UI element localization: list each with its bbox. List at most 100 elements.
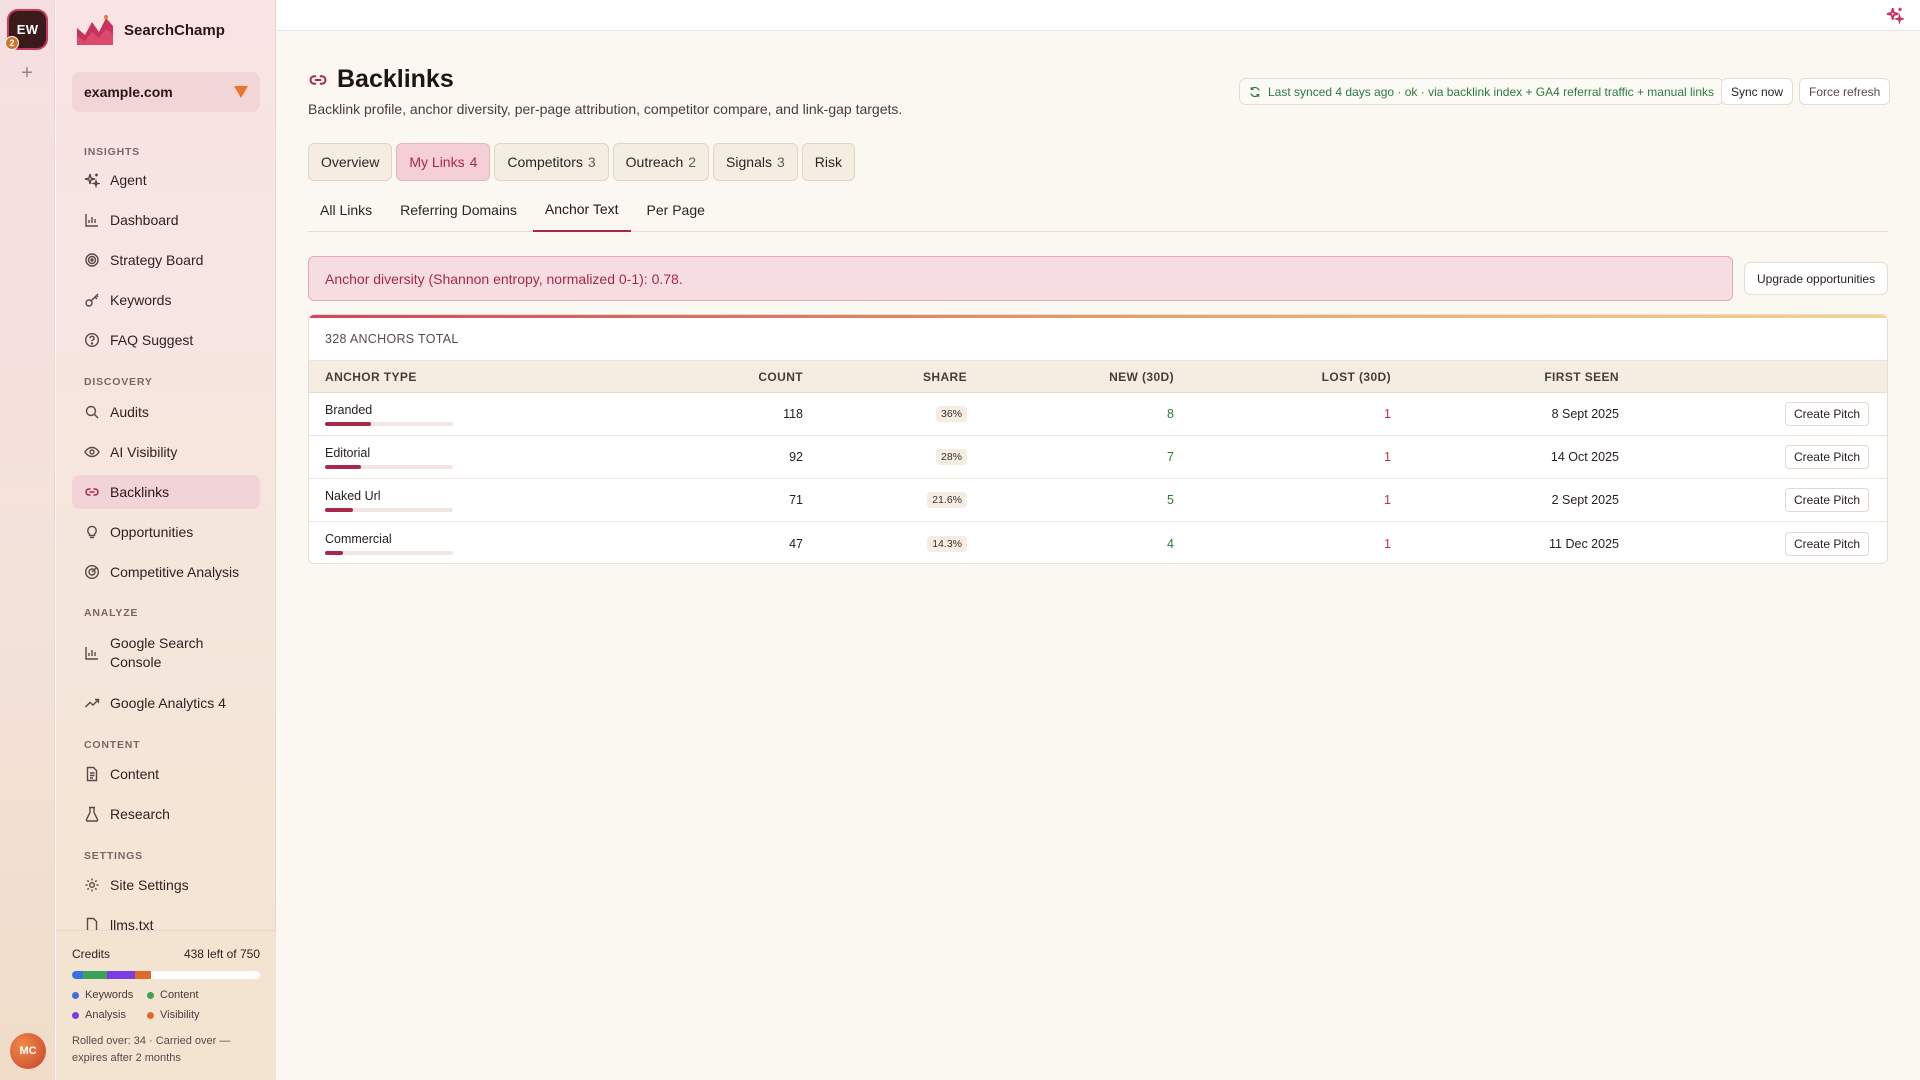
sidebar-item-agent[interactable]: Agent [72, 163, 260, 197]
sidebar-item-label: Research [110, 806, 170, 822]
first-seen-cell: 8 Sept 2025 [1551, 407, 1619, 421]
sidebar-item-strategy-board[interactable]: Strategy Board [72, 243, 260, 277]
sidebar-item-research[interactable]: Research [72, 797, 260, 831]
tab-outreach[interactable]: Outreach 2 [612, 143, 710, 181]
section-analyze: ANALYZE [84, 607, 139, 619]
share-badge: 21.6% [927, 492, 967, 508]
search-icon [85, 405, 99, 419]
credits-remaining: 438 left of 750 [183, 947, 260, 961]
section-settings: SETTINGS [84, 850, 143, 862]
credits-segment-content [83, 971, 107, 979]
site-selector[interactable]: example.com [72, 72, 260, 112]
bar-chart-icon [85, 214, 98, 227]
sidebar-item-opportunities[interactable]: Opportunities [72, 515, 260, 549]
subtab-anchor-text[interactable]: Anchor Text [532, 188, 631, 232]
tab-label: Competitors [507, 154, 583, 170]
key-icon [85, 293, 99, 307]
action-cell: Create Pitch [1689, 479, 1869, 521]
bar-chart-icon [85, 647, 98, 660]
sidebar-item-label: Strategy Board [110, 252, 204, 268]
create-pitch-button[interactable]: Create Pitch [1784, 488, 1869, 512]
tab-competitors[interactable]: Competitors 3 [494, 143, 609, 181]
new-cell: 8 [1167, 407, 1174, 421]
sidebar-item-content[interactable]: Content [72, 757, 260, 791]
sidebar-item-dashboard[interactable]: Dashboard [72, 203, 260, 237]
create-pitch-button[interactable]: Create Pitch [1784, 531, 1869, 556]
anchor-diversity-alert: Anchor diversity (Shannon entropy, norma… [308, 256, 1733, 301]
subtab-per-page[interactable]: Per Page [635, 188, 717, 232]
user-avatar[interactable]: MC [10, 1033, 46, 1069]
tab-count: 3 [587, 154, 596, 170]
sidebar-item-label: Site Settings [110, 877, 189, 893]
sidebar-item-label: llms.txt [110, 917, 154, 930]
add-workspace-icon[interactable]: + [18, 63, 36, 83]
tab-count: 3 [776, 154, 785, 170]
anchor-type-cell: Commercial [325, 522, 453, 563]
question-icon [84, 332, 100, 348]
sync-now-button[interactable]: Sync now [1721, 78, 1794, 105]
action-cell: Create Pitch [1689, 522, 1869, 563]
lost-cell: 1 [1384, 407, 1391, 421]
credits-label: Credits [72, 947, 111, 961]
tab-overview[interactable]: Overview [308, 143, 393, 181]
anchor-type: Commercial [325, 532, 392, 546]
create-pitch-button[interactable]: Create Pitch [1784, 445, 1869, 469]
flask-icon [85, 806, 99, 822]
sidebar-item-label: Agent [110, 172, 147, 188]
col-new: NEW (30D) [1109, 369, 1174, 384]
sidebar-item-ai-visibility[interactable]: AI Visibility [72, 435, 260, 469]
refresh-icon [1250, 86, 1260, 97]
trend-icon [85, 698, 100, 708]
col-count: COUNT [758, 369, 803, 384]
sparkle-icon[interactable] [1886, 6, 1904, 24]
credits-legend: Keywords Content Analysis Visibility [72, 989, 260, 1021]
sidebar-item-audits[interactable]: Audits [72, 395, 260, 429]
create-pitch-button[interactable]: Create Pitch [1784, 402, 1869, 426]
tab-label: Outreach [625, 154, 684, 170]
credits-segment-keywords [72, 971, 83, 979]
count-cell: 92 [789, 450, 803, 464]
anchor-type: Naked Url [325, 488, 381, 503]
new-cell: 4 [1167, 536, 1174, 551]
sidebar-item-backlinks[interactable]: Backlinks [72, 475, 260, 509]
tab-risk[interactable]: Risk [801, 143, 855, 181]
share-bar [325, 551, 453, 555]
page-header: Backlinks [308, 65, 454, 94]
sidebar-item-faq-suggest[interactable]: FAQ Suggest [72, 323, 260, 357]
col-lost: LOST (30D) [1321, 369, 1391, 384]
sidebar-item-google-analytics-4[interactable]: Google Analytics 4 [72, 686, 260, 720]
sidebar-item-site-settings[interactable]: Site Settings [72, 868, 260, 902]
table-row: Editorial 92 28% 7 1 14 Oct 2025 Create Pitch [309, 436, 1887, 479]
subtab-all-links[interactable]: All Links [308, 188, 384, 232]
sidebar: SearchChamp example.com INSIGHTS Agent D… [56, 0, 276, 1080]
table-header: ANCHOR TYPE COUNT SHARE NEW (30D) LOST (… [309, 360, 1887, 393]
upgrade-opportunities-button[interactable]: Upgrade opportunities [1744, 262, 1889, 295]
sidebar-item-google-search-console[interactable]: Google Search Console [72, 630, 260, 676]
tab-count: 4 [469, 154, 478, 170]
share-cell: 28% [869, 436, 967, 478]
lost-cell: 1 [1384, 536, 1391, 551]
tab-my-links[interactable]: My Links 4 [396, 143, 491, 181]
subtab-referring-domains[interactable]: Referring Domains [388, 188, 529, 232]
anchor-type-cell: Branded [325, 393, 453, 435]
legend-visibility: Visibility [147, 1009, 237, 1021]
tab-count: 2 [688, 154, 697, 170]
tab-signals[interactable]: Signals 3 [713, 143, 798, 181]
sidebar-item-label: Google Search Console [110, 635, 204, 670]
table-row: Commercial 47 14.3% 4 1 11 Dec 2025 Create Pit… [309, 522, 1887, 563]
sync-status-text: Last synced 4 days ago · ok · via backli… [1268, 84, 1714, 99]
share-bar [325, 421, 453, 426]
anchor-type-cell: Naked Url [325, 479, 453, 521]
col-first-seen: FIRST SEEN [1544, 369, 1619, 384]
sidebar-item-competitive-analysis[interactable]: Competitive Analysis [72, 555, 260, 589]
page-subtitle: Backlink profile, anchor diversity, per-… [308, 101, 903, 117]
credits-segment-analysis [107, 971, 135, 979]
share-bar [325, 507, 453, 512]
force-refresh-button[interactable]: Force refresh [1799, 78, 1891, 105]
sidebar-item-keywords[interactable]: Keywords [72, 283, 260, 317]
anchor-type: Branded [325, 402, 373, 417]
share-badge: 36% [935, 406, 967, 422]
brand[interactable]: SearchChamp [76, 14, 225, 46]
section-content: CONTENT [84, 739, 141, 751]
sidebar-item-llms-txt[interactable]: llms.txt [72, 908, 260, 930]
